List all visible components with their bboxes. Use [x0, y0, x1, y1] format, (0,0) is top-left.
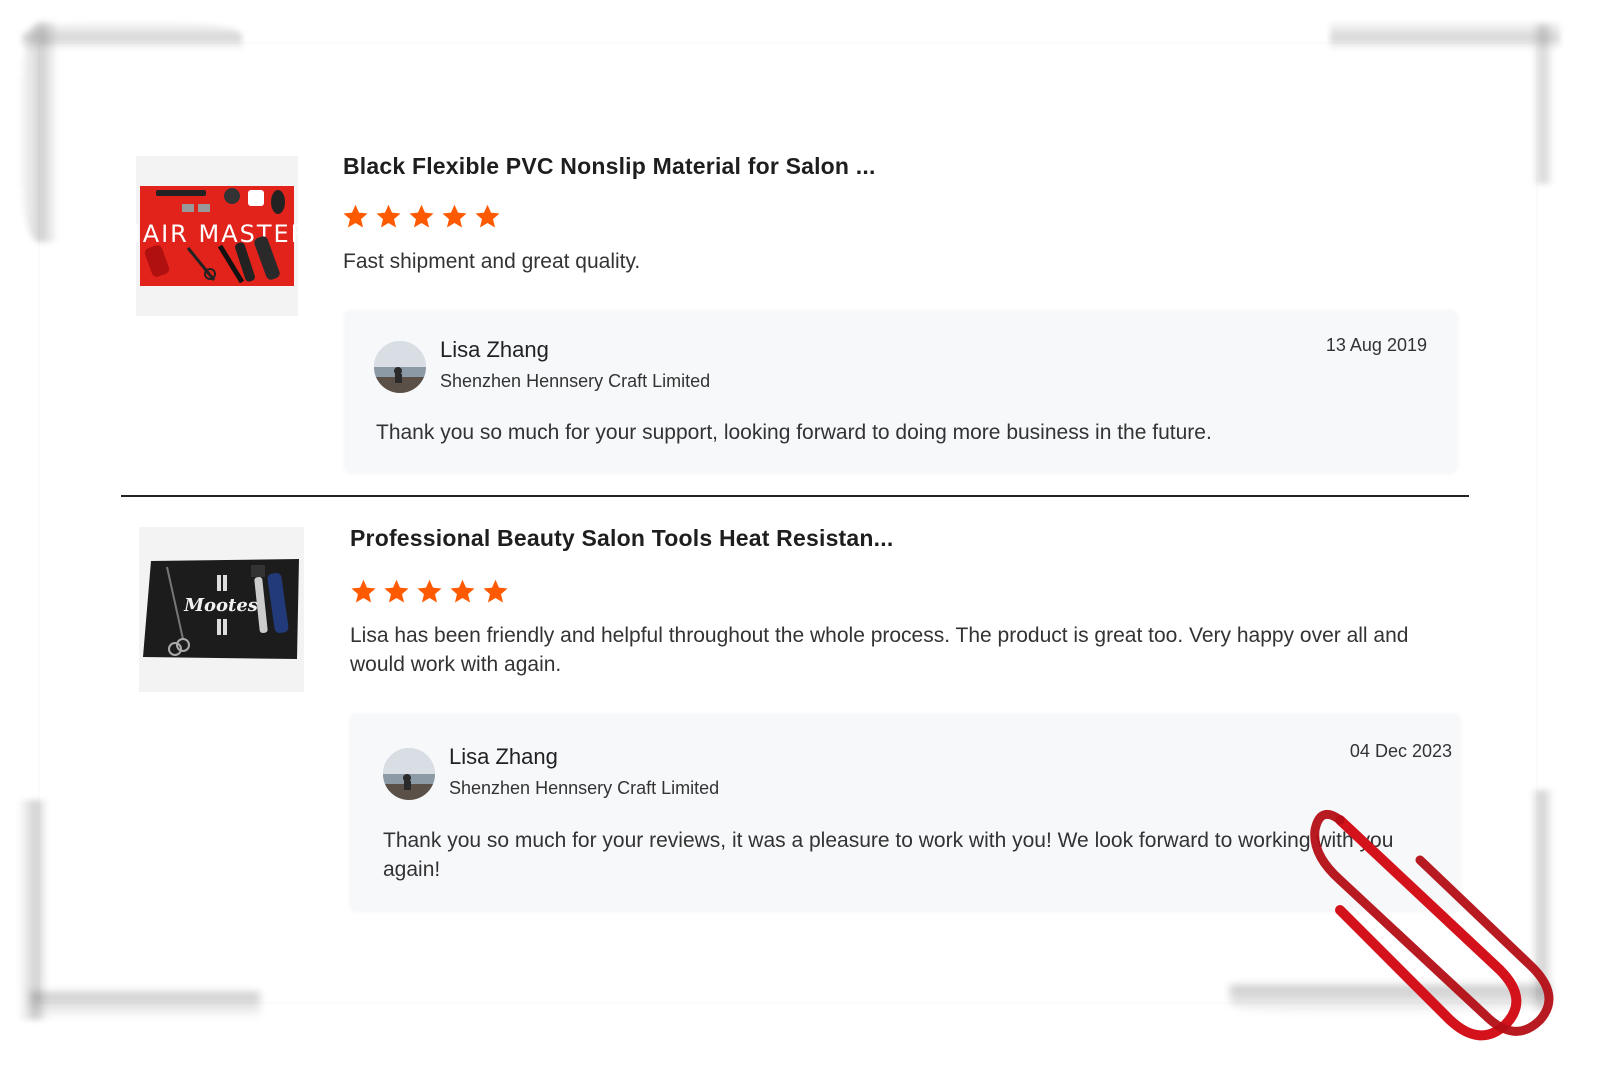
reply-date: 13 Aug 2019: [1325, 335, 1427, 355]
avatar-photo: [374, 341, 426, 393]
avatar-photo: [383, 748, 435, 800]
review-text: Lisa has been friendly and helpful throu…: [350, 624, 1409, 676]
star-icon: [442, 204, 467, 228]
paperclip-icon: [1310, 809, 1554, 1041]
rating-stars: [350, 578, 509, 605]
avatar[interactable]: [383, 748, 435, 800]
product-image[interactable]: Mootes: [139, 527, 304, 692]
star-icon: [376, 204, 401, 228]
star-icon: [483, 579, 508, 603]
reply-text: Thank you so much for your reviews, it w…: [383, 829, 1394, 881]
star-icon: [343, 204, 368, 228]
seller-name: Lisa Zhang: [449, 744, 558, 769]
rating-stars: [342, 203, 501, 230]
star-icon: [384, 579, 409, 603]
star-icon: [351, 579, 376, 603]
product-image-logo: Mootes: [183, 595, 258, 616]
product-title[interactable]: Black Flexible PVC Nonslip Material for …: [343, 153, 876, 180]
star-icon: [475, 204, 500, 228]
seller-name: Lisa Zhang: [440, 337, 549, 362]
review-text: Fast shipment and great quality.: [343, 250, 641, 273]
seller-company: Shenzhen Hennsery Craft Limited: [440, 371, 711, 391]
review-divider: [121, 495, 1469, 497]
product-image-logo: HAIR MASTER: [136, 220, 298, 248]
product-title[interactable]: Professional Beauty Salon Tools Heat Res…: [350, 525, 893, 552]
star-icon: [450, 579, 475, 603]
star-icon: [409, 204, 434, 228]
star-icon: [417, 579, 442, 603]
seller-company: Shenzhen Hennsery Craft Limited: [449, 778, 720, 798]
product-photo-red-mat: HAIR MASTER: [136, 156, 298, 316]
reply-text: Thank you so much for your support, look…: [376, 421, 1212, 444]
reply-date: 04 Dec 2023: [1349, 741, 1452, 761]
product-image[interactable]: HAIR MASTER: [136, 156, 298, 316]
avatar[interactable]: [374, 341, 426, 393]
product-photo-black-mat: Mootes: [139, 527, 304, 692]
